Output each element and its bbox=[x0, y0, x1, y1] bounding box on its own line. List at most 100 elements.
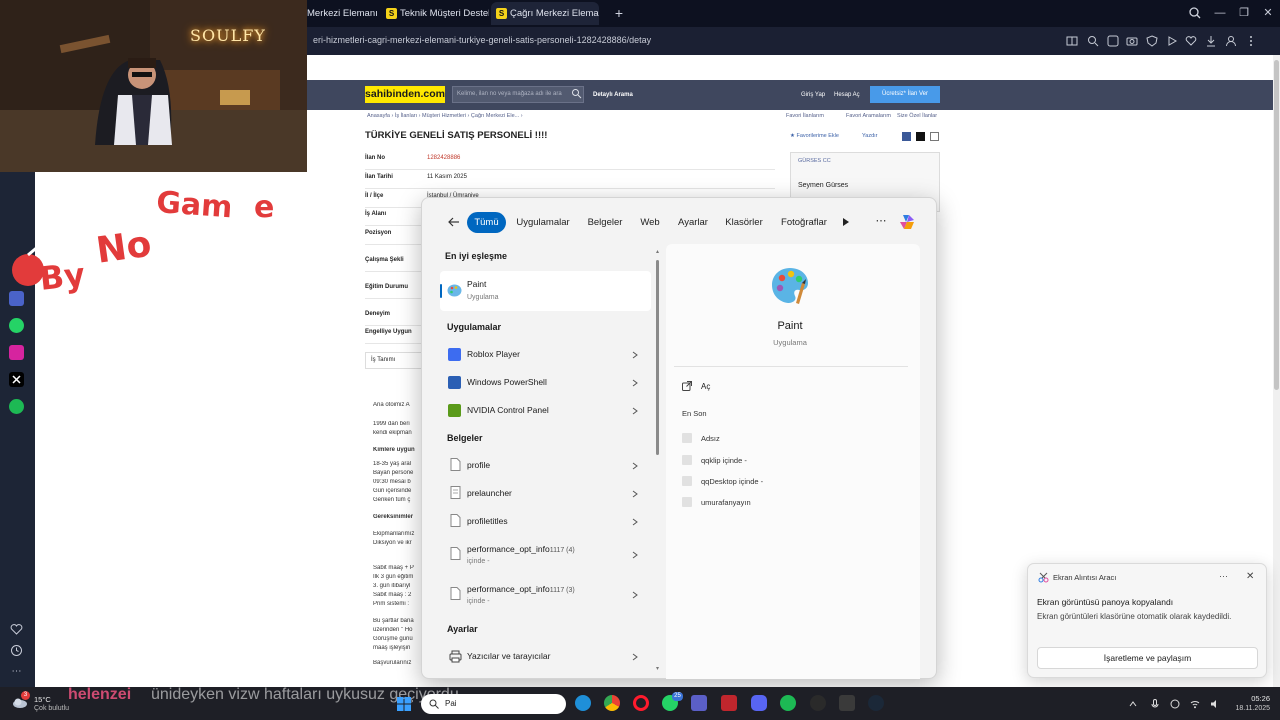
browser-tab[interactable]: Merkezi Elemanı / Ç bbox=[307, 2, 379, 25]
open-action[interactable] bbox=[676, 376, 906, 396]
filter-chip-all[interactable]: Tümü bbox=[467, 212, 506, 233]
heart-icon[interactable] bbox=[9, 622, 24, 637]
browser-tab[interactable]: STeknik Müşteri Destek / H bbox=[381, 2, 489, 25]
filter-chip-apps[interactable]: Uygulamalar bbox=[512, 212, 574, 233]
wifi-icon[interactable] bbox=[1190, 699, 1200, 709]
translate-icon[interactable] bbox=[1107, 35, 1119, 47]
filter-chip-web[interactable]: Web bbox=[636, 212, 664, 233]
x-share-icon[interactable] bbox=[916, 132, 925, 141]
facebook-icon[interactable] bbox=[902, 132, 911, 141]
weather-condition[interactable]: Çok bulutlu bbox=[34, 705, 69, 712]
microphone-icon[interactable] bbox=[1150, 699, 1160, 709]
chevron-right-icon[interactable] bbox=[632, 462, 638, 470]
chevron-right-icon[interactable] bbox=[632, 407, 638, 415]
clock-time[interactable]: 05:26 bbox=[1230, 694, 1270, 703]
chevron-right-icon[interactable] bbox=[632, 379, 638, 387]
search-icon[interactable] bbox=[571, 88, 582, 99]
history-icon[interactable] bbox=[9, 643, 24, 658]
favorite-searches-link[interactable]: Favori Aramalarım bbox=[846, 113, 891, 119]
close-window-button[interactable]: ✕ bbox=[1261, 6, 1275, 20]
windows-start-icon[interactable] bbox=[397, 697, 411, 711]
maximize-button[interactable]: ❐ bbox=[1237, 6, 1251, 20]
copilot-icon[interactable] bbox=[898, 213, 916, 231]
clock-date[interactable]: 18.11.2025 bbox=[1221, 705, 1270, 712]
spotify-icon[interactable] bbox=[780, 695, 796, 711]
app-shortcut-icon[interactable] bbox=[9, 291, 24, 306]
temperature[interactable]: 15°C bbox=[34, 695, 51, 704]
result-item-document[interactable] bbox=[440, 578, 651, 610]
best-match-item[interactable] bbox=[440, 271, 651, 311]
browser-tab-active[interactable]: SÇağrı Merkezi Elemanı / E bbox=[491, 2, 599, 25]
recent-file[interactable]: qqklip içinde - bbox=[701, 456, 747, 465]
description-tab[interactable]: İş Tanımı bbox=[365, 352, 425, 368]
back-arrow-icon[interactable] bbox=[447, 215, 461, 229]
language-icon[interactable] bbox=[1170, 699, 1180, 709]
detailed-search-link[interactable]: Detaylı Arama bbox=[593, 92, 633, 98]
search-tabs-icon[interactable] bbox=[1188, 6, 1202, 20]
special-ads-link[interactable]: Size Özel İlanlar bbox=[897, 113, 937, 119]
result-item-document[interactable] bbox=[440, 538, 651, 570]
recent-file[interactable]: qqDesktop içinde - bbox=[701, 477, 763, 486]
page-scroll-thumb[interactable] bbox=[1274, 60, 1279, 390]
shield-icon[interactable] bbox=[1146, 35, 1158, 47]
filter-chip-documents[interactable]: Belgeler bbox=[584, 212, 626, 233]
url-field[interactable]: eri-hizmetleri-cagri-merkezi-elemani-tur… bbox=[313, 35, 651, 45]
download-icon[interactable] bbox=[1205, 35, 1217, 47]
more-filters-icon[interactable] bbox=[842, 217, 850, 227]
filter-chip-settings[interactable]: Ayarlar bbox=[674, 212, 712, 233]
chrome-icon[interactable] bbox=[604, 695, 620, 711]
chevron-right-icon[interactable] bbox=[632, 518, 638, 526]
speaker-icon[interactable] bbox=[1210, 699, 1220, 709]
discord-icon[interactable] bbox=[751, 695, 767, 711]
opera-icon[interactable] bbox=[633, 695, 649, 711]
markup-share-button[interactable]: İşaretleme ve paylaşım bbox=[1037, 647, 1258, 669]
x-icon[interactable] bbox=[9, 372, 24, 387]
print-link[interactable]: Yazdır bbox=[862, 133, 878, 139]
new-tab-button[interactable]: + bbox=[612, 6, 626, 20]
play-icon[interactable] bbox=[1166, 35, 1178, 47]
more-icon[interactable]: ⋯ bbox=[9, 664, 24, 679]
site-search-input[interactable]: Kelime, ilan no veya mağaza adı ile ara bbox=[452, 86, 584, 103]
camera-icon[interactable] bbox=[1126, 35, 1138, 47]
teams-icon[interactable] bbox=[691, 695, 707, 711]
chevron-right-icon[interactable] bbox=[632, 591, 638, 599]
recent-file[interactable]: umurafanyayın bbox=[701, 498, 751, 507]
filter-chip-folders[interactable]: Klasörler bbox=[721, 212, 767, 233]
chevron-right-icon[interactable] bbox=[632, 551, 638, 559]
filter-chip-photos[interactable]: Fotoğraflar bbox=[777, 212, 831, 233]
taskbar-search-input[interactable]: Pai bbox=[445, 699, 457, 708]
favorite-ads-link[interactable]: Favori İlanlarım bbox=[786, 113, 824, 119]
add-favorite-link[interactable]: ★ Favorilerime Ekle bbox=[790, 133, 839, 139]
post-ad-button[interactable]: Ücretsiz* İlan Ver bbox=[870, 86, 940, 103]
login-link[interactable]: Giriş Yap bbox=[801, 92, 825, 98]
chevron-right-icon[interactable] bbox=[632, 351, 638, 359]
notification-options-icon[interactable]: ⋯ bbox=[1219, 571, 1228, 582]
spotify-icon[interactable] bbox=[9, 399, 24, 414]
reader-mode-icon[interactable] bbox=[1066, 35, 1078, 47]
chevron-right-icon[interactable] bbox=[632, 490, 638, 498]
steam-icon[interactable] bbox=[868, 695, 884, 711]
app-icon[interactable] bbox=[839, 695, 855, 711]
recent-file[interactable]: Adsız bbox=[701, 434, 720, 443]
mail-icon[interactable] bbox=[930, 132, 939, 141]
edge-icon[interactable] bbox=[575, 695, 591, 711]
register-link[interactable]: Hesap Aç bbox=[834, 92, 860, 98]
results-scroll-thumb[interactable] bbox=[656, 260, 659, 455]
chevron-right-icon[interactable] bbox=[632, 653, 638, 661]
app-icon[interactable] bbox=[721, 695, 737, 711]
taskbar-search-box[interactable] bbox=[421, 694, 566, 714]
menu-icon[interactable] bbox=[1245, 35, 1257, 47]
chevron-up-icon[interactable] bbox=[1128, 699, 1138, 709]
profile-icon[interactable] bbox=[1225, 35, 1237, 47]
whatsapp-icon[interactable] bbox=[9, 318, 24, 333]
site-logo[interactable]: sahibinden.com bbox=[365, 86, 445, 103]
obs-icon[interactable] bbox=[810, 695, 826, 711]
zoom-icon[interactable] bbox=[1087, 35, 1099, 47]
minimize-button[interactable]: — bbox=[1213, 6, 1227, 20]
heart-icon[interactable] bbox=[1185, 35, 1197, 47]
breadcrumb[interactable]: Anasayfa › İş İlanları › Müşteri Hizmetl… bbox=[367, 113, 523, 119]
close-icon[interactable]: ✕ bbox=[1246, 571, 1254, 582]
more-options-icon[interactable]: ⋯ bbox=[874, 214, 888, 228]
instagram-icon[interactable] bbox=[9, 345, 24, 360]
seller-company[interactable]: GÜRSES CC bbox=[798, 158, 831, 164]
